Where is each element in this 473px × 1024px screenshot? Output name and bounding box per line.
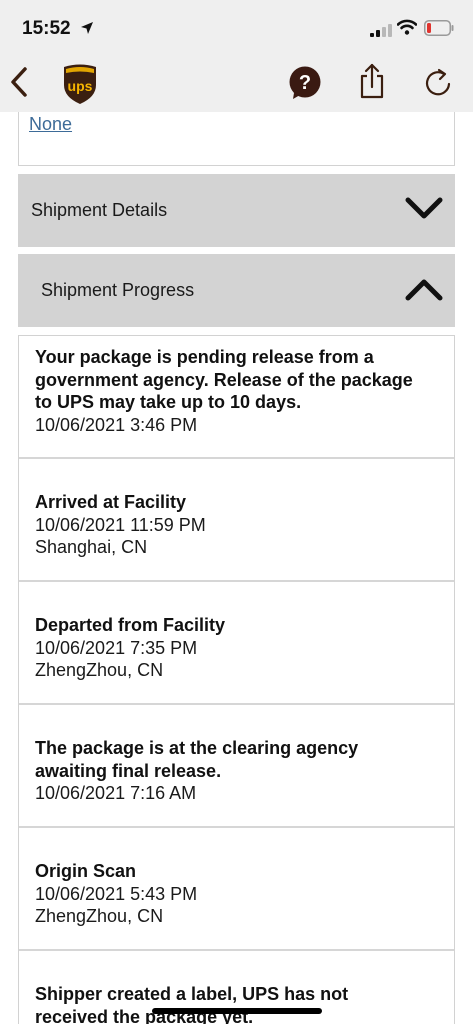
battery-icon	[424, 20, 454, 41]
progress-location: ZhengZhou, CN	[35, 660, 164, 680]
progress-datetime: 10/06/2021 7:35 PM	[35, 637, 198, 658]
progress-status: awaiting final release.	[35, 760, 222, 781]
location-arrow-icon	[80, 21, 94, 40]
wifi-icon	[396, 19, 418, 40]
progress-item: Your package is pending release from a g…	[19, 336, 454, 459]
refresh-button[interactable]	[422, 66, 454, 105]
ups-logo-text: ups	[68, 78, 93, 94]
progress-status: Origin Scan	[35, 861, 137, 881]
progress-datetime: 10/06/2021 7:16 AM	[35, 783, 197, 803]
shipment-details-label: Shipment Details	[31, 200, 168, 220]
progress-status: Departed from Facility	[35, 615, 226, 635]
progress-status: to UPS may take up to 10 days.	[35, 392, 302, 412]
none-link[interactable]: None	[29, 114, 72, 135]
shipment-content[interactable]: None Shipment Details Shipment Progress …	[0, 112, 473, 1024]
help-button[interactable]: ?	[288, 66, 322, 105]
progress-status: government agency. Release of the packag…	[35, 369, 413, 390]
chevron-left-icon	[8, 67, 30, 102]
shipment-progress-header[interactable]: Shipment Progress	[18, 254, 455, 327]
progress-status: The package is at the clearing agency	[35, 738, 359, 758]
progress-datetime: 10/06/2021 5:43 PM	[35, 883, 198, 904]
progress-status: Arrived at Facility	[35, 492, 187, 512]
share-button[interactable]	[357, 62, 387, 105]
status-time: 15:52	[22, 18, 71, 39]
question-bubble-icon: ?	[288, 66, 322, 104]
shipment-progress-list: Your package is pending release from a g…	[18, 335, 455, 1024]
progress-location: Shanghai, CN	[35, 537, 148, 557]
progress-item: The package is at the clearing agency aw…	[19, 705, 454, 828]
svg-text:?: ?	[299, 72, 311, 94]
home-indicator[interactable]	[152, 1008, 322, 1014]
top-card: None	[18, 112, 455, 166]
chevron-down-icon	[405, 196, 443, 227]
chevron-up-icon	[405, 276, 443, 307]
progress-datetime: 10/06/2021 3:46 PM	[35, 414, 198, 435]
cellular-signal-icon	[370, 24, 392, 42]
progress-status: Shipper created a label, UPS has not	[35, 984, 349, 1004]
progress-item: Arrived at Facility 10/06/2021 11:59 PM …	[19, 459, 454, 582]
status-bar: 15:52	[0, 0, 473, 56]
refresh-icon	[422, 68, 454, 104]
shipment-details-header[interactable]: Shipment Details	[18, 174, 455, 247]
progress-location: ZhengZhou, CN	[35, 906, 164, 926]
progress-item: Origin Scan 10/06/2021 5:43 PM ZhengZhou…	[19, 828, 454, 951]
progress-status: Your package is pending release from a	[35, 347, 374, 367]
ups-logo: ups	[62, 63, 98, 110]
share-icon	[357, 63, 387, 104]
back-button[interactable]	[8, 66, 30, 103]
nav-bar: ups ?	[0, 56, 473, 112]
progress-item: Departed from Facility 10/06/2021 7:35 P…	[19, 582, 454, 705]
progress-datetime: 10/06/2021 11:59 PM	[35, 514, 206, 535]
shipment-progress-label: Shipment Progress	[41, 280, 195, 300]
